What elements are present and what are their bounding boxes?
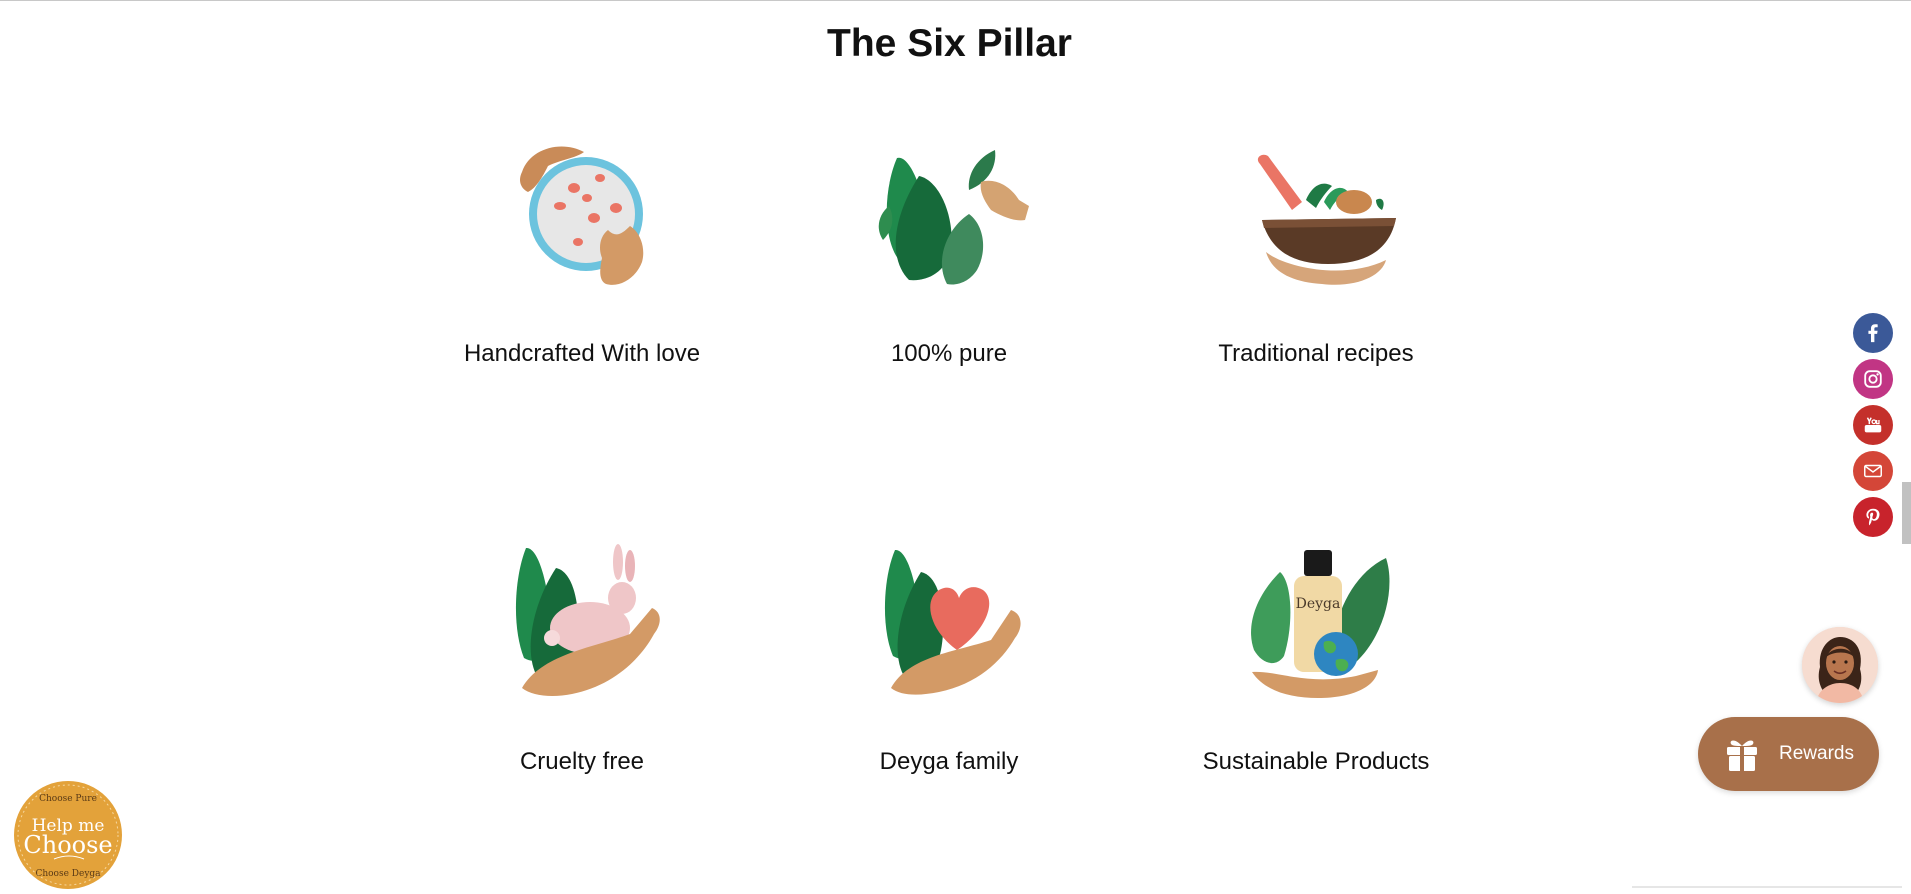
hands-holding-petal-bowl-icon: [520, 146, 644, 285]
svg-text:Choose Pure: Choose Pure: [39, 794, 97, 804]
instagram-button[interactable]: [1853, 359, 1893, 399]
pillar-label: 100% pure: [890, 340, 1008, 367]
pinterest-icon: [1866, 508, 1880, 526]
pillar-label: Handcrafted With love: [463, 340, 701, 367]
assistant-avatar[interactable]: [1802, 627, 1878, 703]
svg-text:Choose Deyga: Choose Deyga: [35, 869, 101, 879]
hand-holding-heart-icon: [884, 549, 1021, 695]
gift-icon: [1727, 740, 1757, 771]
mortar-and-pestle-icon: [1257, 154, 1396, 285]
pillar-label: Cruelty free: [519, 748, 645, 775]
help-me-choose-logo: Choose Pure Help me Choose Choose Deyga: [17, 784, 119, 886]
pinterest-button[interactable]: [1853, 497, 1893, 537]
bottle-with-globe-icon: Deyga: [1251, 550, 1390, 698]
youtube-icon: [1864, 417, 1882, 433]
pillar-label: Sustainable Products: [1202, 748, 1430, 775]
rewards-button[interactable]: Rewards: [1698, 717, 1879, 791]
email-button[interactable]: [1853, 451, 1893, 491]
facebook-button[interactable]: [1853, 313, 1893, 353]
section-title: The Six Pillar: [827, 22, 1072, 65]
top-divider: [0, 0, 1911, 1]
pillar-label: Traditional recipes: [1218, 340, 1414, 367]
email-icon: [1864, 464, 1882, 478]
pillar-label: Deyga family: [879, 748, 1019, 775]
help-me-choose-badge[interactable]: Choose Pure Help me Choose Choose Deyga: [14, 781, 122, 889]
assistant-avatar-icon: [1802, 627, 1878, 703]
scrollbar-thumb[interactable]: [1902, 482, 1911, 544]
hand-holding-rabbit-icon: [515, 544, 660, 696]
svg-text:Choose: Choose: [23, 831, 112, 859]
instagram-icon: [1864, 370, 1882, 388]
youtube-button[interactable]: [1853, 405, 1893, 445]
hand-picking-leaves-icon: [878, 150, 1029, 285]
rewards-label: Rewards: [1779, 743, 1854, 764]
facebook-icon: [1868, 324, 1878, 343]
bottle-brand-text: Deyga: [1296, 596, 1341, 612]
